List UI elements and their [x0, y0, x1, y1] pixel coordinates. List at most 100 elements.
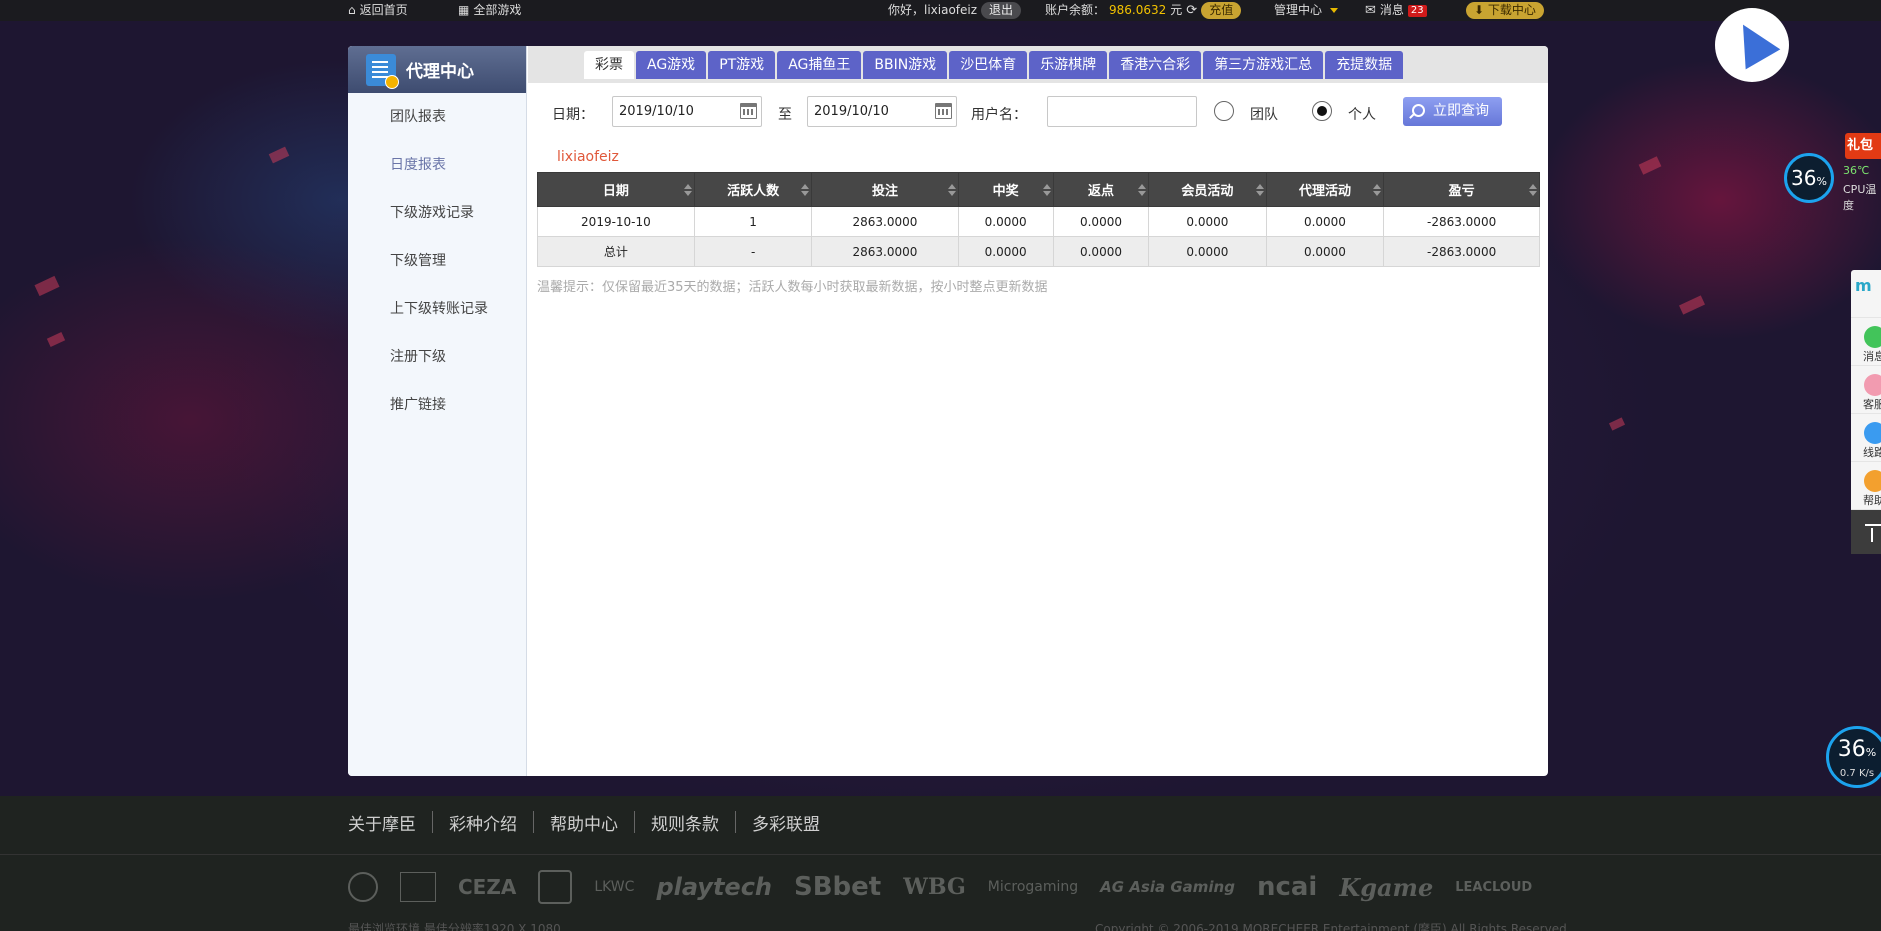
- network-speed-ring[interactable]: 36% 0.7 K/s: [1826, 726, 1881, 788]
- tab-leyou-chess[interactable]: 乐游棋牌: [1029, 51, 1108, 79]
- calendar-icon[interactable]: [935, 103, 952, 119]
- cell-total-profit-loss: -2863.0000: [1383, 236, 1540, 267]
- sidebar-item-sub-game-records[interactable]: 下级游戏记录: [348, 189, 526, 237]
- dock-label: 帮助: [1863, 494, 1881, 507]
- column-header-member-activity[interactable]: 会员活动: [1148, 172, 1267, 207]
- lkwc-logo: LKWC: [594, 879, 635, 895]
- cell-total-winnings: 0.0000: [957, 236, 1054, 267]
- tab-deposit-withdraw-data[interactable]: 充提数据: [1325, 51, 1404, 79]
- footer-link-help[interactable]: 帮助中心: [534, 810, 634, 835]
- confetti: [46, 332, 66, 347]
- tab-pt-games[interactable]: PT游戏: [708, 51, 776, 79]
- date-from-value: 2019/10/10: [619, 104, 694, 119]
- partner-logos: CEZA LKWC playtech SBbet WBG Microgaming…: [348, 862, 1532, 912]
- sidebar-item-team-report[interactable]: 团队报表: [348, 93, 526, 141]
- footer-link-terms[interactable]: 规则条款: [635, 810, 735, 835]
- cpu-temperature: 36℃: [1843, 164, 1870, 177]
- footer-link-lottery-intro[interactable]: 彩种介绍: [433, 810, 533, 835]
- date-from-input[interactable]: 2019/10/10: [612, 96, 762, 127]
- network-speed-value: 0.7 K/s: [1839, 768, 1875, 779]
- sidebar-item-daily-report[interactable]: 日度报表: [348, 141, 526, 189]
- column-header-bets[interactable]: 投注: [811, 172, 959, 207]
- all-games-label: 全部游戏: [473, 3, 522, 17]
- cell-total-agent-activity: 0.0000: [1265, 236, 1385, 267]
- tab-third-party-summary[interactable]: 第三方游戏汇总: [1203, 51, 1324, 79]
- partner-badge-icon: m: [1855, 276, 1872, 295]
- search-icon: [1412, 104, 1425, 117]
- team-radio[interactable]: [1214, 101, 1234, 121]
- confetti: [34, 275, 60, 297]
- footer-link-alliance[interactable]: 多彩联盟: [736, 810, 836, 835]
- tab-lottery[interactable]: 彩票: [584, 51, 634, 79]
- refresh-icon[interactable]: ⟳: [1186, 0, 1197, 21]
- ag-asia-gaming-logo: AG Asia Gaming: [1100, 878, 1235, 896]
- logout-button[interactable]: 退出: [981, 2, 1022, 19]
- chat-icon: [1864, 326, 1881, 348]
- wbg-logo: WBG: [903, 874, 966, 900]
- column-header-profit-loss[interactable]: 盈亏: [1383, 172, 1540, 207]
- table-row: 2019-10-10 1 2863.0000 0.0000 0.0000 0.0…: [537, 206, 1540, 237]
- dock-item-support[interactable]: 客服: [1851, 366, 1881, 414]
- bird-app-icon[interactable]: [1715, 8, 1789, 82]
- column-header-rebate[interactable]: 返点: [1052, 172, 1150, 207]
- cell-total-member-activity: 0.0000: [1148, 236, 1267, 267]
- crest-logo: [400, 872, 436, 902]
- balance-label: 账户余额：: [1045, 3, 1106, 17]
- sidebar-menu: 团队报表 日度报表 下级游戏记录 下级管理 上下级转账记录 注册下级 推广链接: [348, 93, 526, 429]
- messages-link[interactable]: ✉ 消息 23: [1365, 0, 1427, 21]
- cpu-usage-ring[interactable]: 36%: [1784, 153, 1834, 203]
- cell-member-activity: 0.0000: [1148, 206, 1267, 237]
- table-total-row: 总计 - 2863.0000 0.0000 0.0000 0.0000 0.00…: [537, 236, 1540, 267]
- game-tabs: 彩票 AG游戏 PT游戏 AG捕鱼王 BBIN游戏 沙巴体育 乐游棋牌 香港六合…: [584, 51, 1404, 79]
- home-label: 返回首页: [359, 3, 408, 17]
- column-header-agent-activity[interactable]: 代理活动: [1265, 172, 1385, 207]
- sidebar-item-register-sub[interactable]: 注册下级: [348, 333, 526, 381]
- microgaming-logo: Microgaming: [987, 879, 1079, 895]
- date-to-input[interactable]: 2019/10/10: [807, 96, 957, 127]
- seal-logo: [348, 872, 378, 902]
- column-header-date[interactable]: 日期: [537, 172, 695, 207]
- username-label: 用户名：: [971, 107, 1027, 123]
- sidebar-item-transfer-records[interactable]: 上下级转账记录: [348, 285, 526, 333]
- download-center-pill: ⬇ 下载中心: [1466, 2, 1544, 19]
- coat-of-arms-logo: [538, 870, 573, 904]
- back-to-top-button[interactable]: [1851, 510, 1881, 554]
- sidebar-item-sub-management[interactable]: 下级管理: [348, 237, 526, 285]
- footer-link-about[interactable]: 关于摩臣: [348, 810, 432, 835]
- dock-item-messages[interactable]: 消息: [1851, 318, 1881, 366]
- tab-ag-fishing[interactable]: AG捕鱼王: [777, 51, 862, 79]
- download-center-button[interactable]: ⬇ 下载中心: [1466, 0, 1544, 21]
- date-to-separator: 至: [778, 107, 792, 123]
- all-games-link[interactable]: ▦ 全部游戏: [458, 0, 521, 21]
- balance-unit: 元: [1170, 3, 1183, 17]
- recharge-button[interactable]: 充值: [1201, 2, 1242, 19]
- user-greeting-group: 你好，lixiaofeiz 退出: [888, 0, 1022, 21]
- tab-saba-sports[interactable]: 沙巴体育: [949, 51, 1028, 79]
- gift-badge[interactable]: 礼包: [1845, 133, 1881, 159]
- team-radio-label: 团队: [1250, 107, 1278, 123]
- calendar-icon[interactable]: [740, 103, 757, 119]
- ncai-logo: ncai: [1256, 872, 1318, 902]
- tab-bbin-games[interactable]: BBIN游戏: [863, 51, 948, 79]
- dock-item-help[interactable]: 帮助: [1851, 462, 1881, 510]
- download-icon: ⬇: [1474, 3, 1485, 17]
- cell-winnings: 0.0000: [957, 206, 1054, 237]
- cpu-usage-value: 36: [1791, 166, 1817, 190]
- tab-hk-mark-six[interactable]: 香港六合彩: [1109, 51, 1202, 79]
- personal-radio[interactable]: [1312, 101, 1332, 121]
- cell-date: 2019-10-10: [537, 206, 695, 237]
- manage-center-menu[interactable]: 管理中心: [1274, 0, 1339, 21]
- ceza-logo: CEZA: [458, 875, 517, 899]
- playtech-logo: playtech: [656, 873, 773, 901]
- sidebar-item-promo-link[interactable]: 推广链接: [348, 381, 526, 429]
- dock-item-routes[interactable]: 线路: [1851, 414, 1881, 462]
- username-input[interactable]: [1047, 96, 1197, 127]
- dock-logo[interactable]: m: [1851, 270, 1881, 318]
- query-button[interactable]: 立即查询: [1403, 97, 1502, 126]
- home-link[interactable]: ⌂ 返回首页: [348, 0, 408, 21]
- column-header-active-users[interactable]: 活跃人数: [693, 172, 813, 207]
- report-content: 彩票 AG游戏 PT游戏 AG捕鱼王 BBIN游戏 沙巴体育 乐游棋牌 香港六合…: [528, 46, 1548, 776]
- cell-active-users: 1: [693, 206, 813, 237]
- tab-ag-games[interactable]: AG游戏: [636, 51, 707, 79]
- column-header-winnings[interactable]: 中奖: [957, 172, 1054, 207]
